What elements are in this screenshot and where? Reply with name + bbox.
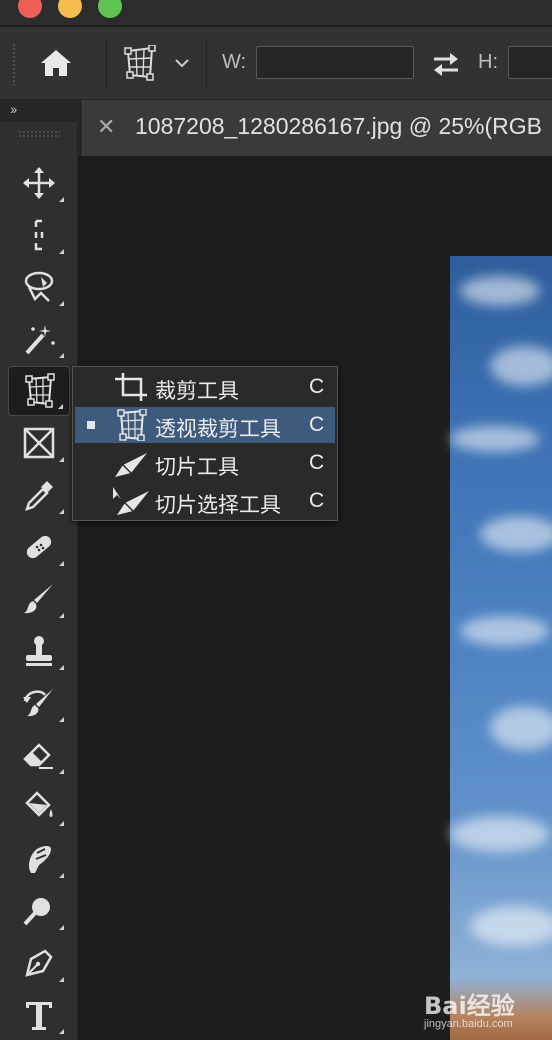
history-brush-icon bbox=[23, 689, 53, 717]
menu-item-label: 透视裁剪工具 bbox=[155, 417, 281, 441]
healing-brush-tool[interactable] bbox=[8, 522, 70, 572]
height-input[interactable] bbox=[508, 46, 552, 79]
move-icon bbox=[23, 167, 55, 199]
crop-icon bbox=[115, 373, 147, 401]
baidu-jingyan-watermark: Bai经验 jingyan.baidu.com bbox=[424, 986, 552, 1040]
cloud bbox=[460, 276, 540, 306]
eraser-icon bbox=[23, 743, 53, 769]
dodge-icon bbox=[23, 898, 50, 926]
close-window-button[interactable] bbox=[18, 0, 42, 18]
frame-tool[interactable] bbox=[8, 418, 70, 468]
marquee-tool[interactable] bbox=[8, 210, 70, 260]
menu-item-shortcut: C bbox=[309, 375, 325, 398]
options-bar: W: H: bbox=[0, 27, 552, 100]
type-tool[interactable] bbox=[8, 990, 70, 1040]
bandage-icon bbox=[26, 535, 52, 559]
watermark-brand: Bai经验 bbox=[424, 992, 515, 1020]
collapse-panels-icon[interactable]: ›› bbox=[10, 101, 17, 117]
panel-collapse-strip[interactable]: ›› bbox=[0, 100, 78, 122]
frame-icon bbox=[23, 427, 55, 459]
menu-item-label: 切片选择工具 bbox=[155, 493, 281, 517]
tools-panel-grip[interactable] bbox=[18, 130, 60, 138]
menu-item-perspective-crop-tool[interactable]: 透视裁剪工具 C bbox=[75, 407, 335, 443]
move-tool[interactable] bbox=[8, 158, 70, 208]
menu-item-shortcut: C bbox=[309, 489, 325, 512]
canvas-area[interactable] bbox=[82, 156, 552, 1040]
smudge-icon bbox=[29, 846, 51, 873]
document-tab-title: 1087208_1280286167.jpg @ 25%(RGB bbox=[135, 113, 542, 139]
document-image[interactable] bbox=[450, 256, 552, 1040]
menu-item-shortcut: C bbox=[309, 413, 325, 436]
lasso-icon bbox=[24, 271, 54, 302]
tools-panel bbox=[0, 122, 78, 1040]
perspective-crop-icon bbox=[124, 45, 156, 81]
menu-item-label: 裁剪工具 bbox=[155, 379, 239, 403]
minimize-window-button[interactable] bbox=[58, 0, 82, 18]
width-label: W: bbox=[222, 51, 247, 73]
stamp-icon bbox=[26, 636, 52, 666]
dodge-tool[interactable] bbox=[8, 886, 70, 936]
perspective-crop-icon bbox=[117, 409, 147, 441]
eyedropper-icon bbox=[25, 481, 53, 511]
options-separator bbox=[206, 39, 207, 89]
brush-tool[interactable] bbox=[8, 574, 70, 624]
home-icon[interactable] bbox=[38, 47, 74, 79]
history-brush-tool[interactable] bbox=[8, 678, 70, 728]
type-icon bbox=[26, 1002, 52, 1030]
document-tab[interactable]: ✕ 1087208_1280286167.jpg @ 25%(RGB bbox=[82, 100, 552, 156]
cloud bbox=[480, 516, 552, 552]
perspective-crop-icon bbox=[25, 373, 55, 408]
clone-stamp-tool[interactable] bbox=[8, 626, 70, 676]
cloud bbox=[490, 346, 552, 386]
eraser-tool[interactable] bbox=[8, 730, 70, 780]
cloud bbox=[450, 816, 550, 852]
magic-wand-tool[interactable] bbox=[8, 314, 70, 364]
menu-item-slice-select-tool[interactable]: 切片选择工具 C bbox=[75, 483, 335, 519]
crop-tools-flyout-menu: 裁剪工具 C 透视裁剪工具 C 切片工具 C 切片选择工具 C bbox=[72, 366, 338, 521]
close-icon[interactable]: ✕ bbox=[97, 114, 115, 140]
menu-item-label: 切片工具 bbox=[155, 455, 239, 479]
height-label: H: bbox=[478, 51, 498, 73]
zoom-window-button[interactable] bbox=[98, 0, 122, 18]
rectangular-marquee-icon bbox=[34, 219, 44, 251]
width-input[interactable] bbox=[256, 46, 414, 79]
menu-item-crop-tool[interactable]: 裁剪工具 C bbox=[75, 369, 335, 405]
brush-icon bbox=[24, 584, 53, 614]
swap-icon[interactable] bbox=[430, 49, 462, 79]
window-title-bar bbox=[0, 0, 552, 26]
eyedropper-tool[interactable] bbox=[8, 470, 70, 520]
tool-preset-picker[interactable] bbox=[120, 45, 192, 81]
cloud bbox=[450, 426, 540, 452]
cloud bbox=[490, 706, 552, 750]
slice-icon bbox=[115, 453, 147, 477]
cloud bbox=[460, 616, 550, 646]
watermark-url: jingyan.baidu.com bbox=[424, 1018, 513, 1030]
magic-wand-icon bbox=[25, 325, 55, 355]
pen-tool[interactable] bbox=[8, 938, 70, 988]
chevron-down-icon bbox=[175, 59, 189, 68]
menu-item-slice-tool[interactable]: 切片工具 C bbox=[75, 445, 335, 481]
paint-bucket-icon bbox=[25, 791, 53, 817]
options-separator bbox=[106, 39, 107, 89]
document-tab-strip: ✕ 1087208_1280286167.jpg @ 25%(RGB bbox=[78, 100, 552, 156]
paint-bucket-tool[interactable] bbox=[8, 782, 70, 832]
slice-select-icon bbox=[113, 487, 149, 515]
menu-item-shortcut: C bbox=[309, 451, 325, 474]
pen-icon bbox=[25, 949, 53, 977]
lasso-tool[interactable] bbox=[8, 262, 70, 312]
options-bar-grip[interactable] bbox=[12, 43, 16, 85]
cloud bbox=[470, 906, 552, 946]
perspective-crop-tool[interactable] bbox=[8, 366, 70, 416]
smudge-tool[interactable] bbox=[8, 834, 70, 884]
selected-bullet-icon bbox=[87, 421, 95, 429]
